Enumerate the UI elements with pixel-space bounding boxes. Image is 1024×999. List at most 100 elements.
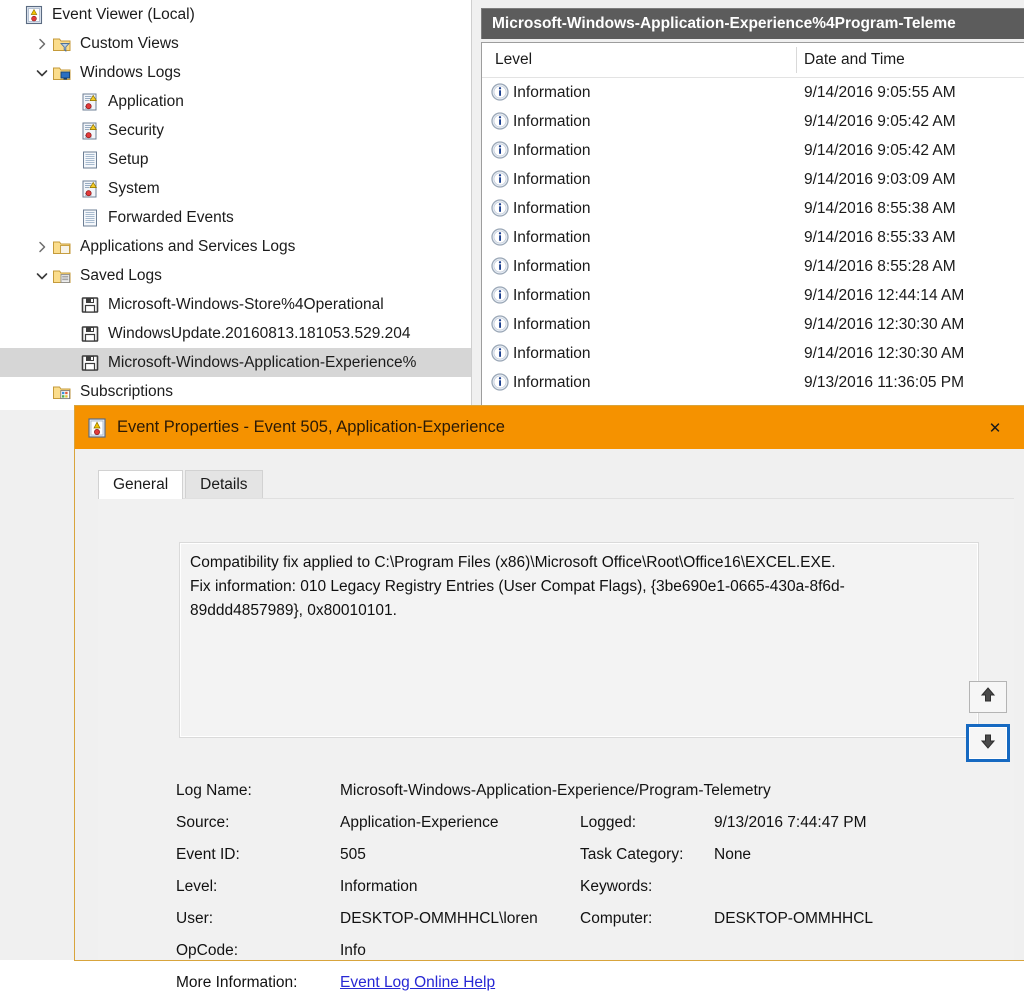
tree-item-label: Applications and Services Logs [80,238,296,255]
event-level: Information [513,345,591,362]
tab-details[interactable]: Details [185,470,263,499]
chevron-down-icon[interactable] [32,67,52,79]
event-date-time: 9/14/2016 12:30:30 AM [804,316,965,333]
event-list-row[interactable]: Information 9/14/2016 8:55:33 AM [482,223,1024,252]
tree-item-label: Custom Views [80,35,179,52]
column-header-date-and-time[interactable]: Date and Time [804,43,905,77]
tree-item-label: Subscriptions [80,383,174,400]
tree-item-saved-logs[interactable]: Saved Logs [0,261,471,290]
event-date-time: 9/14/2016 9:05:55 AM [804,84,956,101]
information-icon [491,344,509,362]
log-warning-icon [80,121,102,141]
previous-event-button[interactable] [969,681,1007,713]
information-icon [491,286,509,304]
information-icon [491,315,509,333]
log-name-value: Microsoft-Windows-Application-Experience… [340,782,771,799]
tree-item-label: Setup [108,151,149,168]
chevron-down-icon[interactable] [32,270,52,282]
chevron-right-icon[interactable] [32,38,52,50]
next-event-button[interactable] [966,724,1010,762]
information-icon [491,83,509,101]
chevron-right-icon[interactable] [32,241,52,253]
event-id-label: Event ID: [176,846,240,863]
tree-item-security[interactable]: Security [0,116,471,145]
event-list-row[interactable]: Information 9/14/2016 9:05:55 AM [482,78,1024,107]
event-list-row[interactable]: Information 9/14/2016 9:05:42 AM [482,107,1024,136]
tab-general[interactable]: General [98,470,184,499]
event-list-row[interactable]: Information 9/14/2016 8:55:28 AM [482,252,1024,281]
event-list-box[interactable]: Level Date and Time Information 9/14/2016… [481,42,1024,410]
tree-item-windowsupdate-20160813-181053-529-204[interactable]: WindowsUpdate.20160813.181053.529.204 [0,319,471,348]
dialog-tabstrip: General Details [98,470,265,499]
event-list-row[interactable]: Information 9/13/2016 11:36:05 PM [482,368,1024,397]
user-label: User: [176,910,214,927]
event-level: Information [513,171,591,188]
event-date-time: 9/14/2016 12:30:30 AM [804,345,965,362]
computer-label: Computer: [580,910,653,927]
event-fields-grid: Log Name: Microsoft-Windows-Application-… [176,775,1006,999]
event-description-box[interactable]: Compatibility fix applied to C:\Program … [179,542,979,738]
event-list-title: Microsoft-Windows-Application-Experience… [481,8,1024,39]
tree-item-event-viewer-local[interactable]: Event Viewer (Local) [0,0,471,29]
folder-computer-icon [52,63,74,83]
tree-item-label: Microsoft-Windows-Store%4Operational [108,296,384,313]
console-tree-pane[interactable]: Event Viewer (Local) Custom Views Windows … [0,0,472,410]
close-icon[interactable]: ✕ [978,406,1012,449]
logged-value: 9/13/2016 7:44:47 PM [714,814,867,831]
folder-icon [52,237,74,257]
event-level: Information [513,200,591,217]
field-row-user: User: DESKTOP-OMMHHCL\loren Computer: DE… [176,903,1006,935]
general-tab-panel: Compatibility fix applied to C:\Program … [98,498,1014,991]
field-row-opcode: OpCode: Info [176,935,1006,967]
tree-item-custom-views[interactable]: Custom Views [0,29,471,58]
tree-item-microsoft-windows-store-4operational[interactable]: Microsoft-Windows-Store%4Operational [0,290,471,319]
computer-value: DESKTOP-OMMHHCL [714,910,874,927]
arrow-up-icon [979,686,997,708]
user-value: DESKTOP-OMMHHCL\loren [340,910,538,927]
event-level: Information [513,142,591,159]
column-header-level[interactable]: Level [495,43,532,77]
opcode-value: Info [340,942,366,959]
tree-item-microsoft-windows-application-experience[interactable]: Microsoft-Windows-Application-Experience… [0,348,471,377]
event-list-row[interactable]: Information 9/14/2016 9:05:42 AM [482,136,1024,165]
tree-item-label: WindowsUpdate.20160813.181053.529.204 [108,325,411,342]
event-nav-buttons [966,681,1011,773]
tree-item-system[interactable]: System [0,174,471,203]
log-name-label: Log Name: [176,782,252,799]
level-value: Information [340,878,418,895]
event-date-time: 9/14/2016 8:55:28 AM [804,258,956,275]
event-properties-icon [87,417,107,438]
tree-item-label: Saved Logs [80,267,162,284]
tree-item-subscriptions[interactable]: Subscriptions [0,377,471,406]
column-divider[interactable] [796,47,797,73]
event-viewer-icon [24,5,46,25]
event-log-online-help-link[interactable]: Event Log Online Help [340,967,495,999]
tree-item-label: Application [108,93,184,110]
information-icon [491,228,509,246]
event-viewer-console: Event Viewer (Local) Custom Views Windows … [0,0,1024,991]
event-list-row[interactable]: Information 9/14/2016 12:30:30 AM [482,339,1024,368]
tree-item-setup[interactable]: Setup [0,145,471,174]
task-category-value: None [714,846,752,863]
event-list-row[interactable]: Information 9/14/2016 9:03:09 AM [482,165,1024,194]
tree-item-label: Microsoft-Windows-Application-Experience… [108,354,417,371]
information-icon [491,170,509,188]
tree-item-forwarded-events[interactable]: Forwarded Events [0,203,471,232]
tree-item-application[interactable]: Application [0,87,471,116]
tree-item-windows-logs[interactable]: Windows Logs [0,58,471,87]
event-list-row[interactable]: Information 9/14/2016 12:44:14 AM [482,281,1024,310]
event-list-row[interactable]: Information 9/14/2016 8:55:38 AM [482,194,1024,223]
event-level: Information [513,84,591,101]
log-plain-icon [80,150,102,170]
tree-item-applications-and-services-logs[interactable]: Applications and Services Logs [0,232,471,261]
opcode-label: OpCode: [176,942,239,959]
event-list-rows: Information 9/14/2016 9:05:55 AM Informati… [482,78,1024,397]
field-row-log-name: Log Name: Microsoft-Windows-Application-… [176,775,1006,807]
dialog-titlebar[interactable]: Event Properties - Event 505, Applicatio… [75,406,1024,449]
task-category-label: Task Category: [580,846,684,863]
subscriptions-icon [52,382,74,402]
event-list-row[interactable]: Information 9/14/2016 12:30:30 AM [482,310,1024,339]
keywords-label: Keywords: [580,878,653,895]
event-date-time: 9/14/2016 9:03:09 AM [804,171,956,188]
tree-item-label: Forwarded Events [108,209,234,226]
